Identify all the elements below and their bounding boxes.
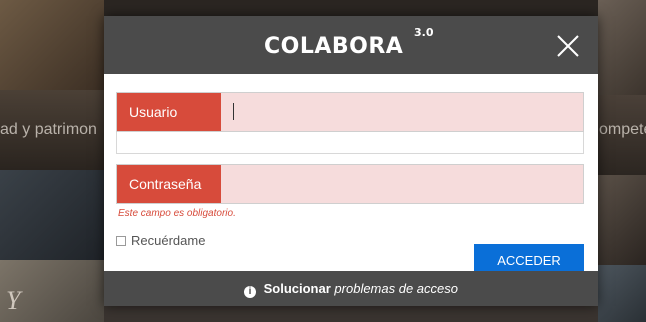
logo-version: 3.0 — [414, 26, 434, 39]
background-tile — [598, 175, 646, 265]
password-field: Contraseña — [116, 164, 584, 204]
username-input[interactable] — [221, 93, 583, 131]
password-label: Contraseña — [117, 165, 221, 203]
background-letter: Y — [6, 286, 21, 315]
password-input[interactable] — [221, 165, 583, 203]
password-error: Este campo es obligatorio. — [118, 208, 236, 219]
submit-button[interactable]: ACCEDER — [474, 244, 584, 274]
footer-bold-text: Solucionar — [263, 281, 331, 296]
username-field: Usuario — [116, 92, 584, 132]
background-tile — [0, 0, 104, 90]
remember-me[interactable]: Recuérdame — [116, 233, 205, 248]
background-tile — [0, 170, 104, 260]
remember-checkbox[interactable] — [116, 235, 126, 246]
footer-help-link[interactable]: i Solucionar problemas de acceso — [104, 271, 598, 306]
background-tile — [598, 0, 646, 95]
text-cursor — [233, 103, 234, 120]
background-text-right: ompete — [599, 121, 646, 138]
modal-header: COLABORA 3.0 — [104, 16, 598, 74]
close-icon — [557, 35, 579, 57]
username-helper-box — [116, 132, 584, 154]
background-text-left: ad y patrimon — [0, 121, 97, 138]
footer-italic-text: problemas de acceso — [334, 281, 458, 296]
close-button[interactable] — [556, 34, 580, 58]
username-label: Usuario — [117, 93, 221, 131]
remember-label: Recuérdame — [131, 233, 206, 248]
info-icon: i — [243, 286, 256, 298]
background-tile — [598, 265, 646, 322]
login-modal: COLABORA 3.0 Usuario Contraseña Este cam… — [104, 16, 598, 306]
logo: COLABORA — [264, 34, 404, 59]
